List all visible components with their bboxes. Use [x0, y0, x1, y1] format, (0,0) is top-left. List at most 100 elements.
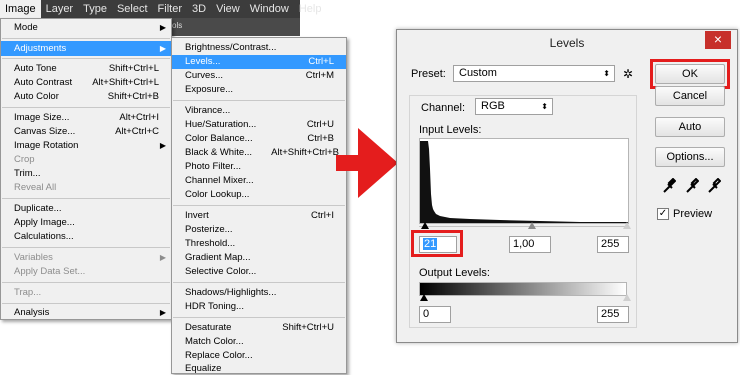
menu-separator	[173, 282, 345, 283]
menu-item-label: Mode	[14, 22, 38, 33]
menu-shortcut: Alt+Ctrl+C	[115, 126, 159, 137]
menu-item-replace-color[interactable]: Replace Color...	[172, 349, 346, 363]
menu-layer[interactable]: Layer	[41, 0, 79, 18]
image-menu: Mode ▶ Adjustments ▶ Auto Tone Shift+Ctrl+L…	[0, 18, 172, 320]
menu-item-label: Invert	[185, 210, 209, 221]
menu-help[interactable]: Help	[294, 0, 327, 18]
menu-item-posterize[interactable]: Posterize...	[172, 223, 346, 237]
menu-item-apply-image[interactable]: Apply Image...	[1, 216, 171, 230]
menu-item-threshold[interactable]: Threshold...	[172, 237, 346, 251]
input-gamma-handle[interactable]	[528, 222, 536, 229]
input-levels-label: Input Levels:	[419, 124, 482, 136]
menu-item-label: Canvas Size...	[14, 126, 76, 137]
menu-item-label: Auto Tone	[14, 63, 57, 74]
output-white-handle[interactable]	[623, 294, 631, 301]
menu-item-trim[interactable]: Trim...	[1, 167, 171, 181]
submenu-arrow-icon: ▶	[159, 44, 166, 53]
gray-eyedropper-icon[interactable]	[685, 177, 700, 197]
input-gamma-field[interactable]: 1,00	[509, 236, 551, 253]
menu-item-label: Levels...	[185, 56, 221, 67]
menu-item-duplicate[interactable]: Duplicate...	[1, 202, 171, 216]
menu-shortcut: Alt+Shift+Ctrl+L	[92, 77, 159, 88]
menu-item-analysis[interactable]: Analysis ▶	[1, 306, 171, 320]
cancel-button[interactable]: Cancel	[655, 86, 725, 106]
menu-item-vibrance[interactable]: Vibrance...	[172, 104, 346, 118]
menu-item-label: Shadows/Highlights...	[185, 287, 277, 298]
menu-item-label: Gradient Map...	[185, 252, 251, 263]
menu-item-auto-color[interactable]: Auto Color Shift+Ctrl+B	[1, 90, 171, 104]
menu-item-black-white[interactable]: Black & White... Alt+Shift+Ctrl+B	[172, 146, 346, 160]
output-black-handle[interactable]	[420, 294, 428, 301]
menu-item-exposure[interactable]: Exposure...	[172, 83, 346, 97]
adjustments-submenu: Brightness/Contrast... Levels... Ctrl+L C…	[171, 37, 347, 374]
menu-item-hdr-toning[interactable]: HDR Toning...	[172, 300, 346, 314]
menu-view[interactable]: View	[211, 0, 245, 18]
channel-select[interactable]: RGB ⬍	[475, 98, 553, 115]
menu-item-invert[interactable]: Invert Ctrl+I	[172, 209, 346, 223]
menu-item-levels[interactable]: Levels... Ctrl+L	[172, 55, 346, 69]
input-white-field[interactable]: 255	[597, 236, 629, 253]
menu-item-curves[interactable]: Curves... Ctrl+M	[172, 69, 346, 83]
menu-window[interactable]: Window	[245, 0, 294, 18]
gear-icon[interactable]: ✲	[623, 67, 633, 81]
menu-item-photo-filter[interactable]: Photo Filter...	[172, 160, 346, 174]
menu-filter[interactable]: Filter	[153, 0, 187, 18]
menu-shortcut: Ctrl+L	[308, 56, 334, 67]
menu-item-auto-tone[interactable]: Auto Tone Shift+Ctrl+L	[1, 62, 171, 76]
menu-item-match-color[interactable]: Match Color...	[172, 335, 346, 349]
input-slider-track	[419, 226, 629, 227]
menu-item-adjustments[interactable]: Adjustments ▶	[1, 41, 171, 56]
menu-item-mode[interactable]: Mode ▶	[1, 21, 171, 35]
menu-separator	[173, 317, 345, 318]
annotation-highlight-box	[650, 59, 730, 89]
preview-checkbox[interactable]: ✓	[657, 208, 669, 220]
chevron-updown-icon: ⬍	[603, 69, 610, 78]
menu-image[interactable]: Image	[0, 0, 41, 18]
close-button[interactable]: ×	[705, 31, 731, 49]
menu-item-shadows-highlights[interactable]: Shadows/Highlights...	[172, 286, 346, 300]
menu-item-variables: Variables ▶	[1, 251, 171, 265]
input-black-handle[interactable]	[421, 222, 429, 229]
menu-item-equalize[interactable]: Equalize	[172, 363, 346, 374]
black-eyedropper-icon[interactable]	[662, 177, 677, 197]
output-black-field[interactable]: 0	[419, 306, 451, 323]
menu-select[interactable]: Select	[112, 0, 153, 18]
menu-item-image-rotation[interactable]: Image Rotation ▶	[1, 139, 171, 153]
menu-item-label: Trim...	[14, 168, 41, 179]
input-white-value: 255	[601, 238, 620, 250]
menu-item-channel-mixer[interactable]: Channel Mixer...	[172, 174, 346, 188]
menu-item-hue-saturation[interactable]: Hue/Saturation... Ctrl+U	[172, 118, 346, 132]
menu-item-brightness-contrast[interactable]: Brightness/Contrast...	[172, 41, 346, 55]
menu-shortcut: Ctrl+B	[307, 133, 334, 144]
menu-item-calculations[interactable]: Calculations...	[1, 230, 171, 244]
menu-shortcut: Ctrl+I	[311, 210, 334, 221]
menu-item-color-lookup[interactable]: Color Lookup...	[172, 188, 346, 202]
menu-item-selective-color[interactable]: Selective Color...	[172, 265, 346, 279]
menu-item-color-balance[interactable]: Color Balance... Ctrl+B	[172, 132, 346, 146]
menu-item-image-size[interactable]: Image Size... Alt+Ctrl+I	[1, 111, 171, 125]
menu-item-label: Channel Mixer...	[185, 175, 254, 186]
menu-separator	[2, 282, 170, 283]
output-black-value: 0	[423, 308, 430, 320]
menu-item-label: Apply Data Set...	[14, 266, 86, 277]
output-white-value: 255	[601, 308, 620, 320]
white-eyedropper-icon[interactable]	[707, 177, 722, 197]
auto-button[interactable]: Auto	[655, 117, 725, 137]
input-white-handle[interactable]	[623, 222, 631, 229]
menu-item-auto-contrast[interactable]: Auto Contrast Alt+Shift+Ctrl+L	[1, 76, 171, 90]
menu-shortcut: Shift+Ctrl+L	[108, 63, 159, 74]
input-gamma-value: 1,00	[513, 238, 535, 250]
menu-3d[interactable]: 3D	[187, 0, 211, 18]
annotation-arrow-icon	[336, 128, 398, 198]
menu-shortcut: Alt+Shift+Ctrl+B	[271, 147, 339, 158]
menu-item-label: Adjustments	[14, 43, 67, 54]
dialog-titlebar[interactable]: Levels ×	[397, 30, 737, 56]
menu-item-gradient-map[interactable]: Gradient Map...	[172, 251, 346, 265]
options-button[interactable]: Options...	[655, 147, 725, 167]
output-white-field[interactable]: 255	[597, 306, 629, 323]
menu-type[interactable]: Type	[78, 0, 112, 18]
menu-item-canvas-size[interactable]: Canvas Size... Alt+Ctrl+C	[1, 125, 171, 139]
menu-item-label: Reveal All	[14, 182, 57, 193]
menu-item-desaturate[interactable]: Desaturate Shift+Ctrl+U	[172, 321, 346, 335]
preset-select[interactable]: Custom ⬍	[453, 65, 615, 82]
